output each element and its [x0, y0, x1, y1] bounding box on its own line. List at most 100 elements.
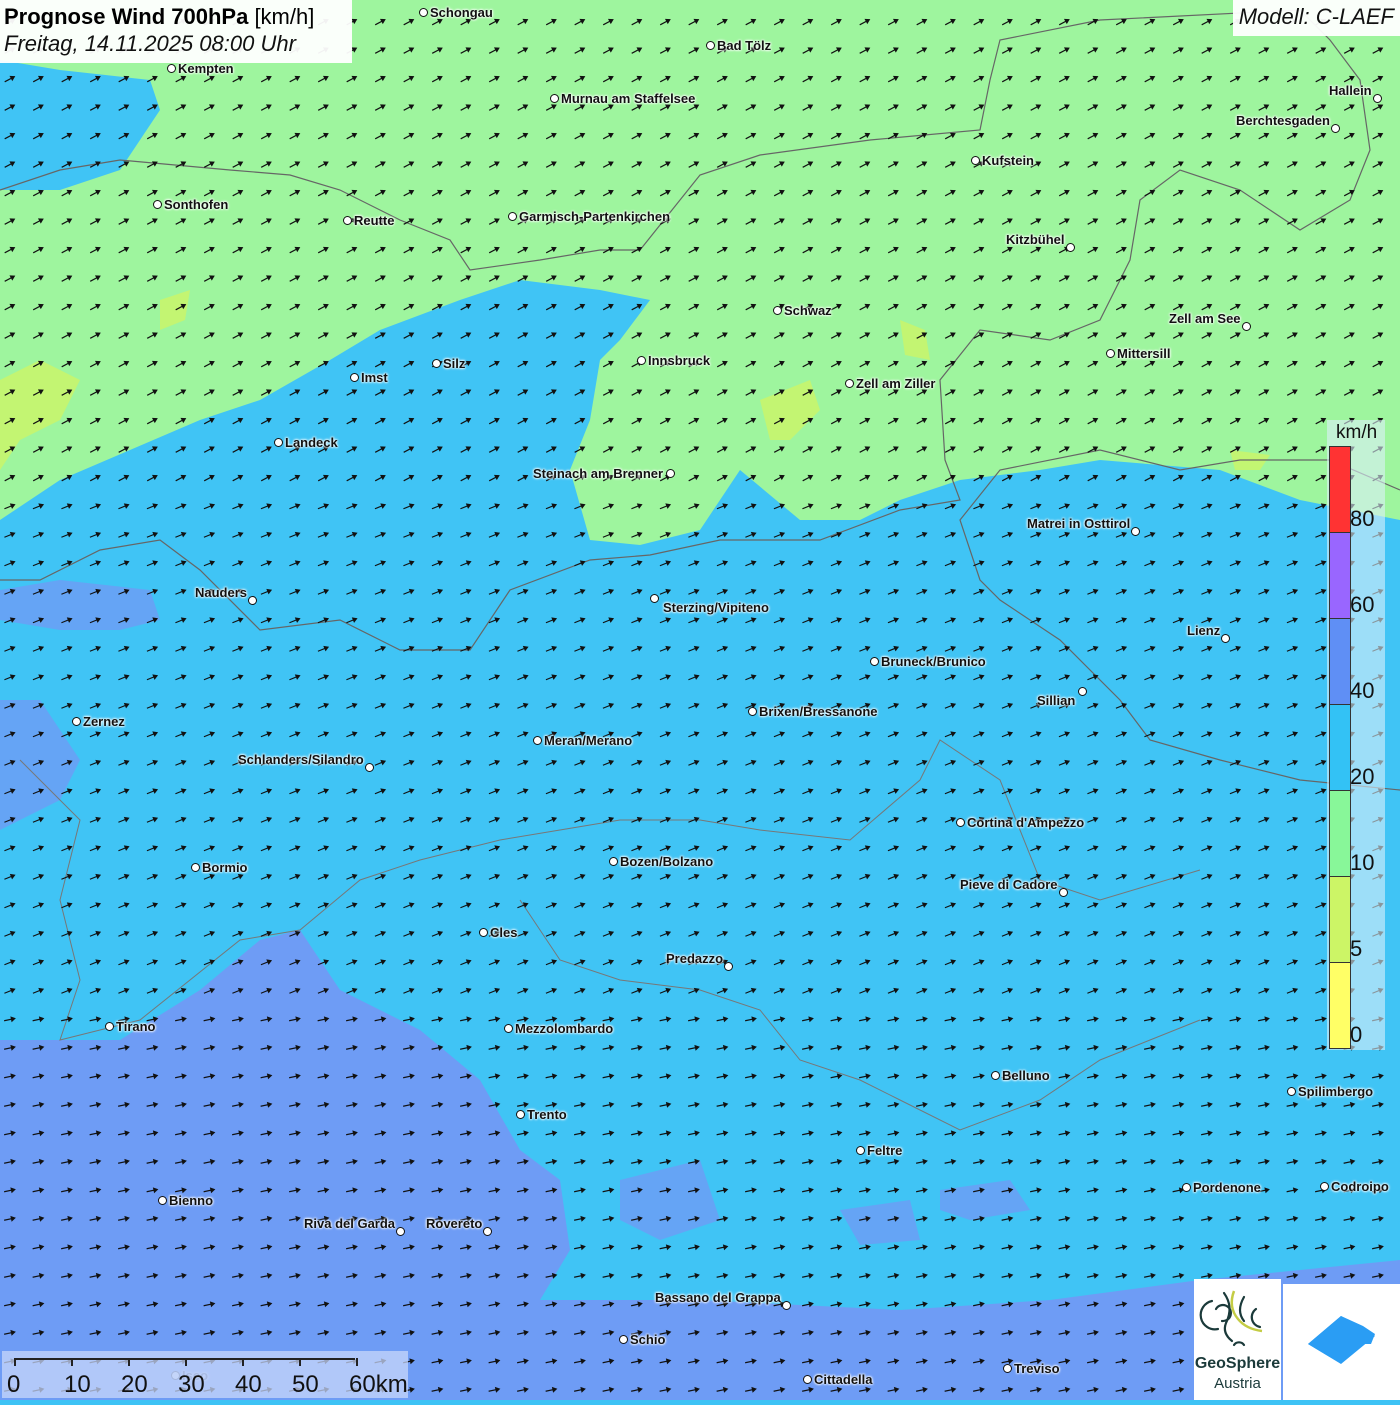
city-label: Bruneck/Brunico — [881, 654, 986, 669]
scale-label: 20 — [121, 1371, 148, 1398]
city-label: Rovereto — [426, 1216, 483, 1231]
city-marker — [803, 1375, 812, 1384]
city-label: Zell am See — [1169, 311, 1241, 326]
scale-tick — [128, 1358, 130, 1366]
title-box: Prognose Wind 700hPa [km/h] Freitag, 14.… — [0, 0, 352, 63]
scale-label: 60km — [349, 1371, 408, 1398]
city-label: Schlanders/Silandro — [238, 752, 364, 767]
city-label: Brixen/Bressanone — [759, 704, 878, 719]
city-marker — [773, 306, 782, 315]
legend-unit: km/h — [1336, 422, 1378, 443]
city-label: Hallein — [1329, 83, 1372, 98]
city-label: Sillian — [1037, 693, 1076, 708]
city-marker — [516, 1110, 525, 1119]
city-marker — [365, 763, 374, 772]
scale-tick — [242, 1358, 244, 1366]
city-marker — [650, 594, 659, 603]
city-marker — [350, 373, 359, 382]
city-marker — [748, 707, 757, 716]
city-label: Cortina d'Ampezzo — [967, 815, 1085, 830]
city-marker — [1106, 349, 1115, 358]
city-label: Bienno — [169, 1193, 214, 1208]
legend-color-bar — [1329, 446, 1351, 1049]
city-marker — [724, 962, 733, 971]
city-marker — [343, 216, 352, 225]
legend-swatch — [1330, 447, 1350, 533]
legend-swatch — [1330, 533, 1350, 619]
color-legend: km/h 80 60 40 20 10 5 0 — [1327, 420, 1385, 1050]
austria-logo-text: Austria — [1214, 1375, 1261, 1392]
map-title: Prognose Wind 700hPa [km/h] — [4, 4, 315, 29]
scale-label: 30 — [178, 1371, 205, 1398]
city-marker — [845, 379, 854, 388]
scale-label: 0 — [7, 1371, 21, 1398]
city-marker — [856, 1146, 865, 1155]
city-marker — [1078, 687, 1087, 696]
city-label: Pordenone — [1193, 1180, 1261, 1195]
mountain-cloud-icon — [1308, 1316, 1375, 1364]
legend-label: 10 — [1350, 850, 1375, 875]
city-marker — [706, 41, 715, 50]
geosphere-austria-logo: GeoSphere Austria — [1194, 1279, 1281, 1400]
city-label: Meran/Merano — [544, 733, 633, 748]
city-marker — [1373, 94, 1382, 103]
city-marker — [504, 1024, 513, 1033]
scale-label: 50 — [292, 1371, 319, 1398]
city-marker — [1242, 322, 1251, 331]
scale-tick — [14, 1358, 16, 1366]
legend-swatch — [1330, 963, 1350, 1048]
city-label: Feltre — [867, 1143, 903, 1158]
legend-swatch — [1330, 877, 1350, 963]
city-marker — [191, 863, 200, 872]
city-label: Spilimbergo — [1298, 1084, 1374, 1099]
legend-label: 40 — [1350, 678, 1375, 703]
map-subtitle: Freitag, 14.11.2025 08:00 Uhr — [4, 31, 296, 56]
city-marker — [479, 928, 488, 937]
city-label: Treviso — [1014, 1361, 1060, 1376]
city-marker — [533, 736, 542, 745]
city-marker — [1331, 124, 1340, 133]
city-label: Bad Tölz — [717, 38, 772, 53]
city-marker — [432, 359, 441, 368]
model-label: Modell: C-LAEF — [1232, 0, 1400, 36]
city-marker — [550, 94, 559, 103]
city-marker — [609, 857, 618, 866]
city-label: Trento — [527, 1107, 567, 1122]
city-label: Schwaz — [784, 303, 832, 318]
city-marker — [396, 1227, 405, 1236]
city-marker — [870, 657, 879, 666]
city-label: Bozen/Bolzano — [620, 854, 714, 869]
legend-label: 60 — [1350, 592, 1375, 617]
app-logo — [1283, 1284, 1400, 1400]
city-marker — [167, 64, 176, 73]
city-label: Murnau am Staffelsee — [561, 91, 696, 106]
city-label: Sonthofen — [164, 197, 229, 212]
city-marker — [158, 1196, 167, 1205]
city-marker — [971, 156, 980, 165]
legend-swatch — [1330, 705, 1350, 791]
scale-label: 40 — [235, 1371, 262, 1398]
city-marker — [248, 596, 257, 605]
city-label: Zell am Ziller — [856, 376, 936, 391]
geosphere-logo-icon — [1199, 1290, 1263, 1347]
city-label: Imst — [361, 370, 388, 385]
city-label: Zernez — [83, 714, 125, 729]
city-label: Kufstein — [982, 153, 1034, 168]
city-label: Schongau — [430, 5, 493, 20]
city-marker — [1182, 1183, 1191, 1192]
city-marker — [782, 1301, 791, 1310]
city-marker — [666, 469, 675, 478]
city-label: Matrei in Osttirol — [1027, 516, 1131, 531]
city-label: Mittersill — [1117, 346, 1171, 361]
city-label: Schio — [630, 1332, 666, 1347]
city-label: Silz — [443, 356, 466, 371]
city-label: Cles — [490, 925, 518, 940]
legend-swatch — [1330, 619, 1350, 705]
city-marker — [1320, 1182, 1329, 1191]
geosphere-logo-text: GeoSphere — [1194, 1355, 1281, 1372]
city-marker — [1131, 527, 1140, 536]
city-label: Bormio — [202, 860, 248, 875]
city-marker — [1221, 634, 1230, 643]
scale-tick — [356, 1358, 358, 1366]
city-marker — [1066, 243, 1075, 252]
